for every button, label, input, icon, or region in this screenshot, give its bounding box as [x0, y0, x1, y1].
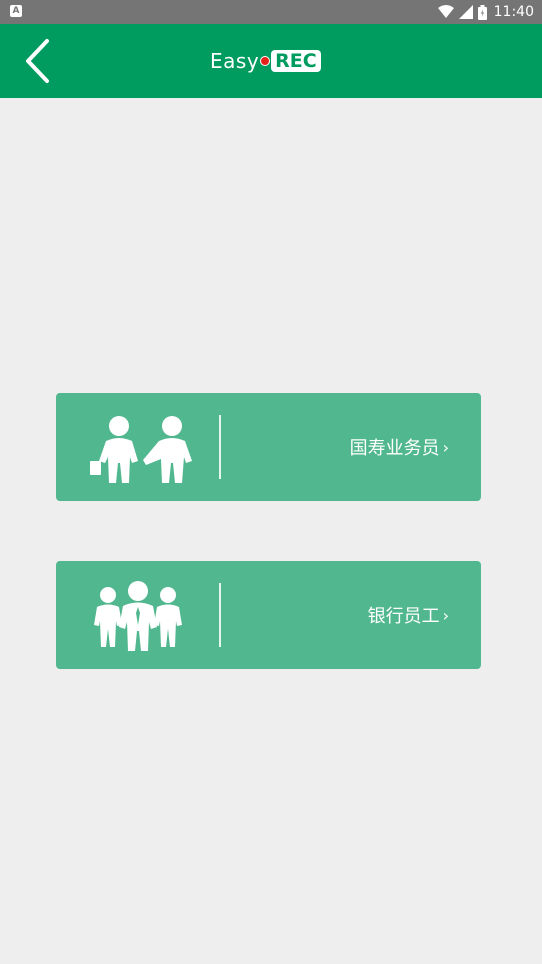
wifi-icon: [437, 5, 454, 18]
app-bar: Easy REC: [0, 24, 542, 98]
battery-icon: [477, 4, 487, 20]
notification-icon: A: [10, 5, 22, 17]
card-label-wrap: 国寿业务员 ›: [350, 393, 449, 501]
card-label: 银行员工: [367, 606, 440, 627]
back-button[interactable]: [14, 36, 64, 86]
two-people-handshake-icon: [90, 416, 192, 483]
card-divider: [219, 415, 221, 479]
card-label: 国寿业务员: [349, 438, 440, 459]
status-time: 11:40: [493, 4, 534, 20]
app-logo: Easy REC: [210, 48, 321, 74]
cell-signal-icon: [458, 5, 473, 19]
status-icons: 11:40: [437, 0, 534, 24]
card-divider: [219, 583, 221, 647]
chevron-left-icon: [26, 39, 49, 83]
chevron-right-icon: ›: [442, 437, 449, 457]
role-card-agent[interactable]: 国寿业务员 ›: [56, 393, 481, 501]
logo-easy-text: Easy: [210, 49, 260, 73]
chevron-right-icon: ›: [442, 605, 449, 625]
role-card-bank-staff[interactable]: 银行员工 ›: [56, 561, 481, 669]
group-of-people-icon: [94, 581, 182, 651]
card-label-wrap: 银行员工 ›: [368, 561, 449, 669]
logo-dot: [260, 56, 271, 66]
logo-rec-text: REC: [271, 50, 321, 72]
status-bar: A 11:40: [0, 0, 542, 24]
